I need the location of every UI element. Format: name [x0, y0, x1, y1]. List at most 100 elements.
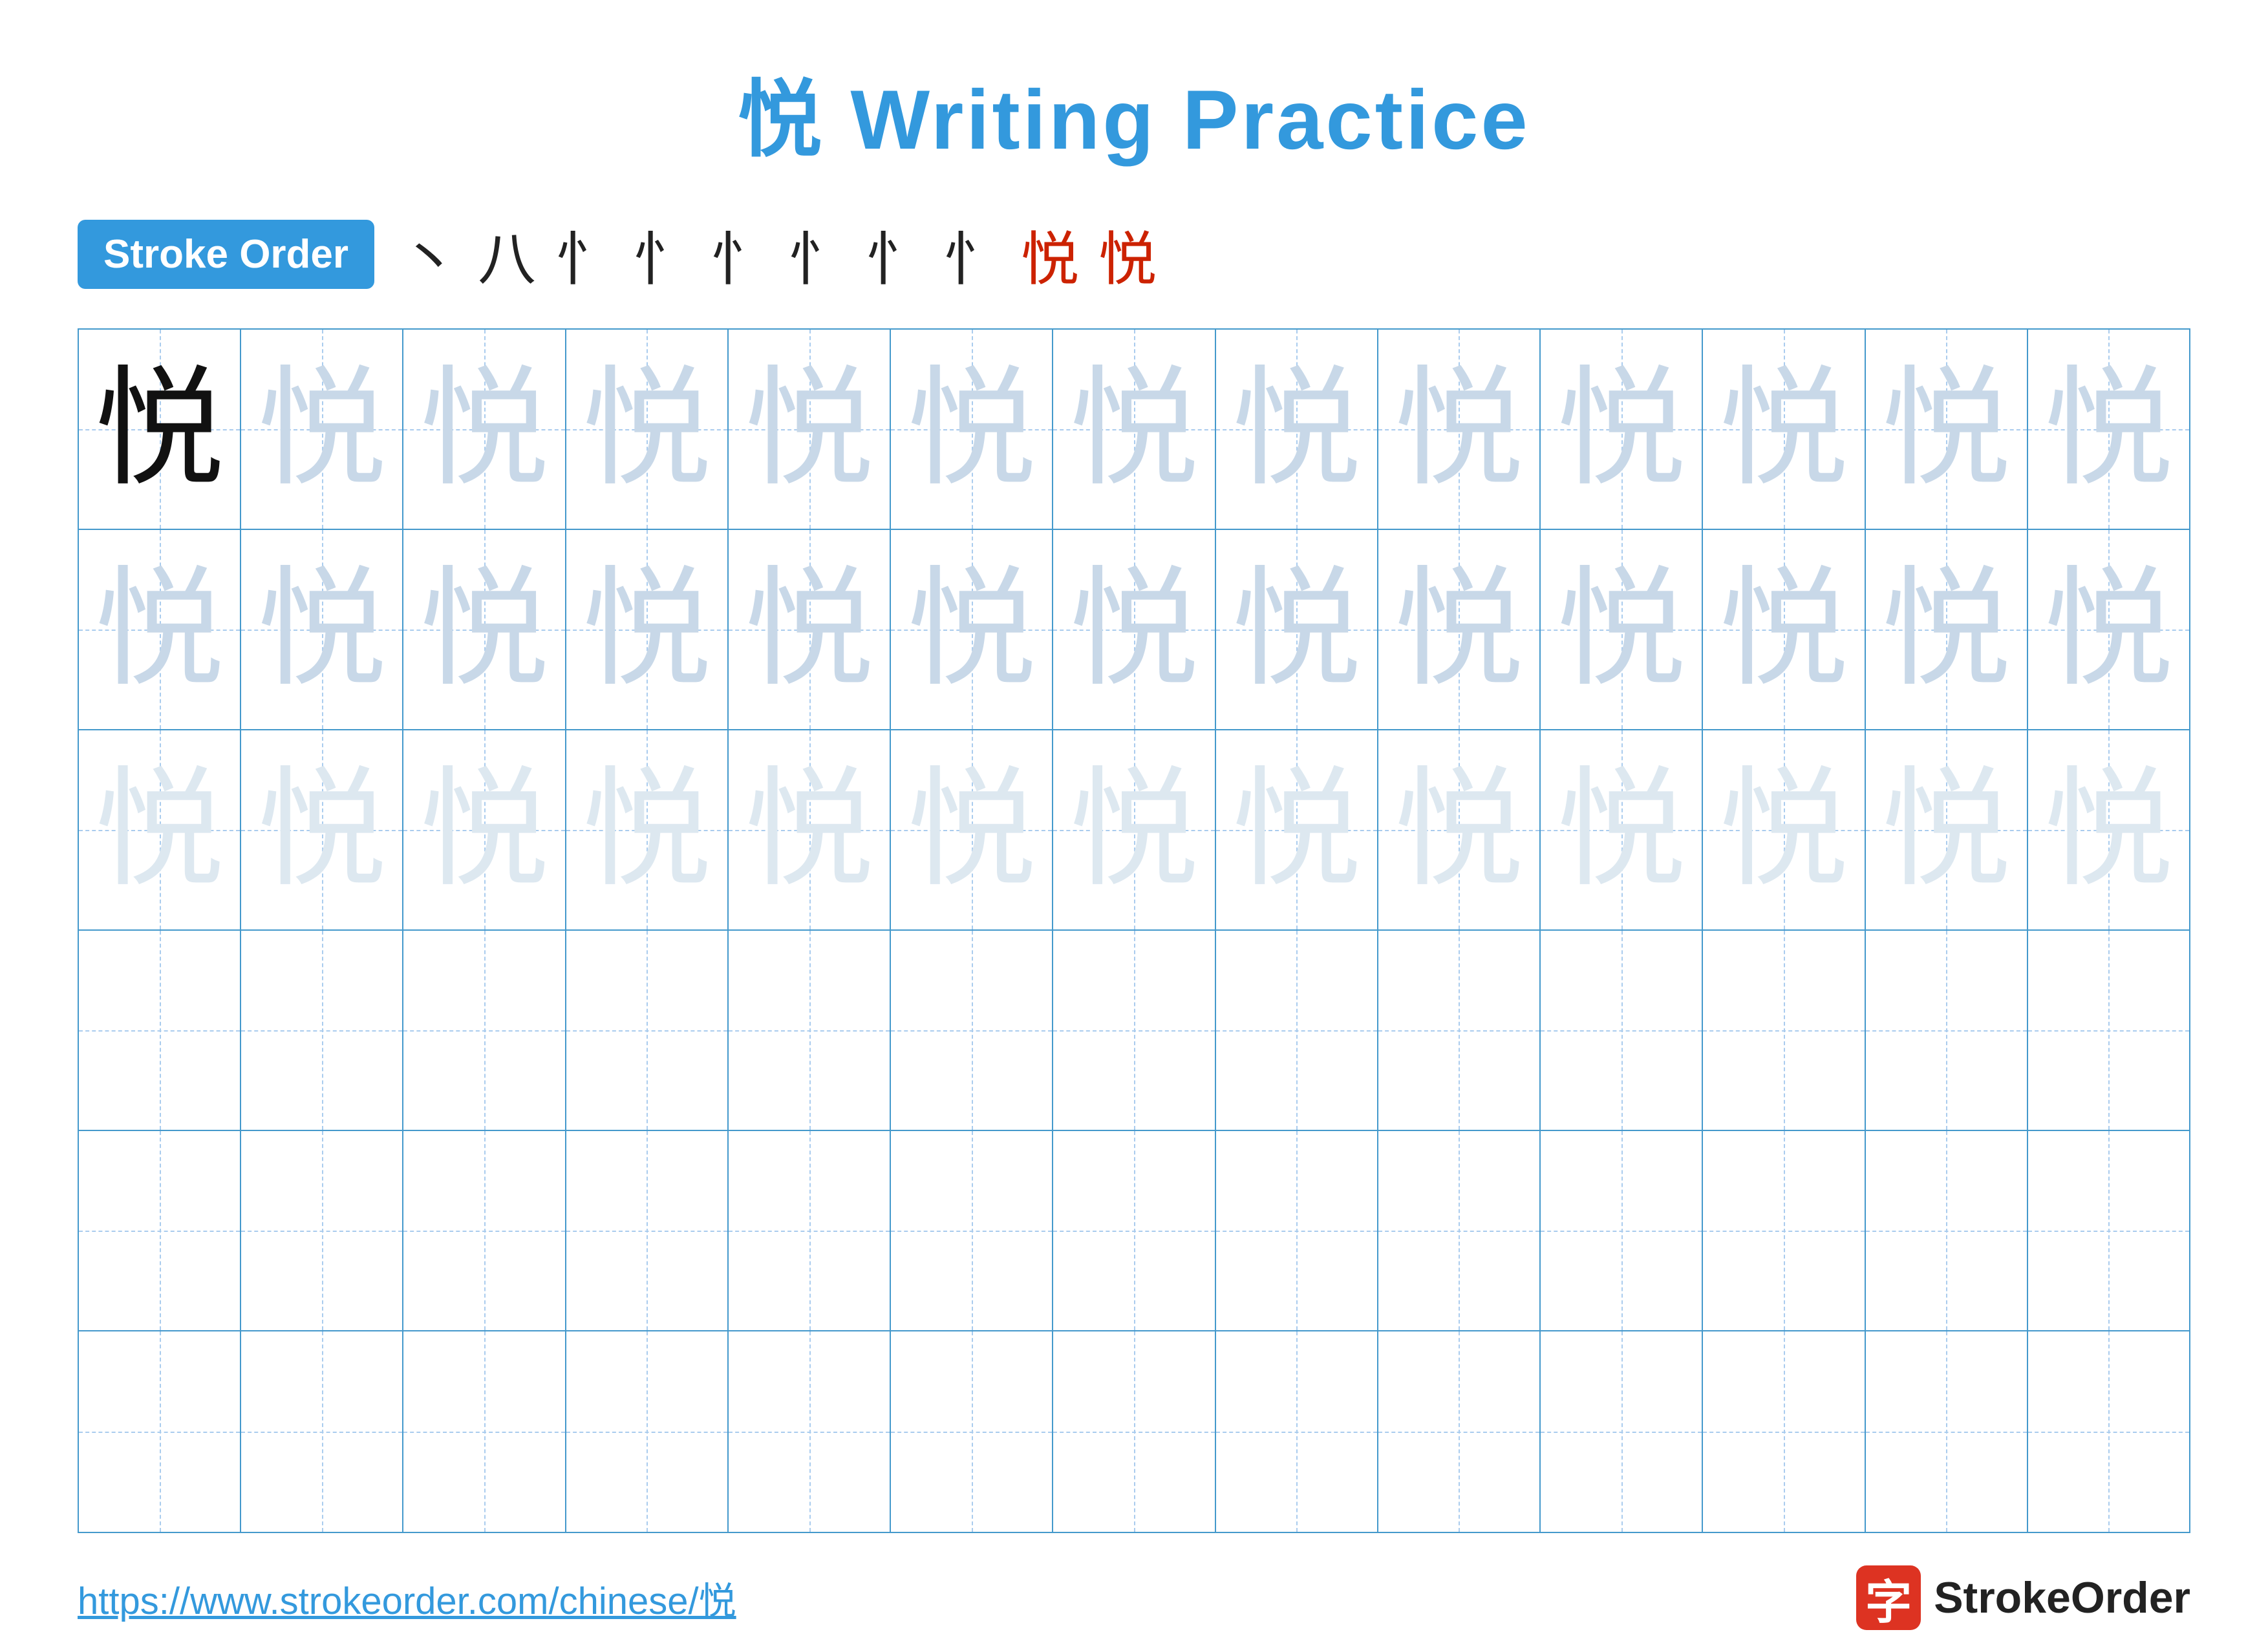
grid-cell[interactable]: [1053, 1131, 1215, 1330]
char-medium: 悦: [745, 365, 874, 494]
grid-cell[interactable]: [1703, 1131, 1865, 1330]
stroke-step-3: 忄: [555, 212, 614, 296]
grid-cell[interactable]: [241, 931, 403, 1130]
grid-cell[interactable]: [891, 931, 1053, 1130]
grid-cell[interactable]: 悦: [79, 530, 241, 729]
grid-cell[interactable]: [1541, 931, 1703, 1130]
grid-row-6: [79, 1331, 2189, 1532]
char-dark: 悦: [95, 365, 224, 494]
grid-cell[interactable]: 悦: [1703, 530, 1865, 729]
char-medium: 悦: [1557, 365, 1686, 494]
grid-cell[interactable]: 悦: [1378, 530, 1541, 729]
grid-cell[interactable]: 悦: [566, 730, 729, 929]
grid-cell[interactable]: [891, 1331, 1053, 1532]
grid-cell[interactable]: [403, 1331, 566, 1532]
grid-cell[interactable]: [566, 1331, 729, 1532]
grid-cell[interactable]: 悦: [891, 530, 1053, 729]
char-light: 悦: [1719, 765, 1848, 895]
grid-cell[interactable]: 悦: [1216, 530, 1378, 729]
grid-cell[interactable]: 悦: [403, 330, 566, 529]
grid-cell[interactable]: [1866, 931, 2028, 1130]
grid-cell[interactable]: [403, 1131, 566, 1330]
grid-cell[interactable]: [79, 1331, 241, 1532]
page-title: 悦 Writing Practice: [738, 52, 1530, 173]
grid-cell[interactable]: [79, 931, 241, 1130]
grid-cell[interactable]: 悦: [1866, 730, 2028, 929]
char-medium: 悦: [1719, 365, 1848, 494]
grid-cell[interactable]: [79, 1131, 241, 1330]
grid-cell[interactable]: [1216, 1131, 1378, 1330]
grid-cell[interactable]: [2028, 931, 2189, 1130]
grid-cell[interactable]: [241, 1331, 403, 1532]
grid-cell[interactable]: [1866, 1331, 2028, 1532]
grid-cell[interactable]: 悦: [241, 730, 403, 929]
grid-cell[interactable]: 悦: [403, 530, 566, 729]
grid-cell[interactable]: [729, 1331, 891, 1532]
grid-cell[interactable]: [1053, 931, 1215, 1130]
grid-cell[interactable]: [1703, 1331, 1865, 1532]
char-light: 悦: [1394, 765, 1523, 895]
grid-cell[interactable]: [1541, 1331, 1703, 1532]
grid-cell[interactable]: 悦: [1378, 730, 1541, 929]
grid-cell[interactable]: [1216, 931, 1378, 1130]
grid-cell[interactable]: [566, 931, 729, 1130]
grid-cell[interactable]: [1378, 1331, 1541, 1532]
grid-cell[interactable]: 悦: [403, 730, 566, 929]
grid-cell[interactable]: 悦: [1053, 330, 1215, 529]
grid-cell[interactable]: 悦: [1053, 730, 1215, 929]
grid-cell[interactable]: 悦: [241, 330, 403, 529]
grid-cell[interactable]: [566, 1131, 729, 1330]
grid-cell[interactable]: [1053, 1331, 1215, 1532]
stroke-step-8: 忄: [943, 212, 1001, 296]
grid-cell[interactable]: 悦: [1053, 530, 1215, 729]
footer-url[interactable]: https://www.strokeorder.com/chinese/悦: [78, 1571, 736, 1625]
grid-cell[interactable]: [403, 931, 566, 1130]
grid-cell[interactable]: [1378, 931, 1541, 1130]
grid-cell[interactable]: [1378, 1131, 1541, 1330]
grid-cell[interactable]: 悦: [891, 730, 1053, 929]
grid-cell[interactable]: 悦: [2028, 330, 2189, 529]
grid-cell[interactable]: 悦: [1703, 730, 1865, 929]
grid-cell[interactable]: 悦: [1703, 330, 1865, 529]
grid-cell[interactable]: 悦: [1866, 330, 2028, 529]
grid-cell[interactable]: [1703, 931, 1865, 1130]
grid-cell[interactable]: [2028, 1131, 2189, 1330]
grid-cell[interactable]: 悦: [79, 730, 241, 929]
grid-cell[interactable]: 悦: [2028, 730, 2189, 929]
grid-row-4: [79, 931, 2189, 1131]
grid-cell[interactable]: [1866, 1131, 2028, 1330]
grid-cell[interactable]: 悦: [566, 330, 729, 529]
stroke-order-badge: Stroke Order: [78, 220, 374, 289]
page: 悦 Writing Practice Stroke Order 丶 八 忄 忄 …: [0, 0, 2268, 1602]
char-medium: 悦: [907, 365, 1036, 494]
grid-cell[interactable]: [891, 1131, 1053, 1330]
grid-cell[interactable]: 悦: [729, 330, 891, 529]
grid-cell[interactable]: 悦: [1866, 530, 2028, 729]
stroke-step-2: 八: [478, 212, 536, 296]
char-light: 悦: [1557, 765, 1686, 895]
grid-cell[interactable]: 悦: [79, 330, 241, 529]
char-medium: 悦: [2044, 365, 2173, 494]
grid-cell[interactable]: 悦: [2028, 530, 2189, 729]
char-medium: 悦: [1069, 365, 1199, 494]
grid-cell[interactable]: [241, 1131, 403, 1330]
char-medium: 悦: [1881, 365, 2011, 494]
grid-row-3: 悦 悦 悦 悦 悦 悦 悦 悦 悦: [79, 730, 2189, 931]
grid-cell[interactable]: [2028, 1331, 2189, 1532]
grid-cell[interactable]: 悦: [1216, 730, 1378, 929]
grid-cell[interactable]: 悦: [1378, 330, 1541, 529]
grid-cell[interactable]: [729, 1131, 891, 1330]
grid-cell[interactable]: 悦: [1541, 530, 1703, 729]
char-medium: 悦: [745, 565, 874, 694]
grid-cell[interactable]: 悦: [729, 730, 891, 929]
grid-cell[interactable]: [1541, 1131, 1703, 1330]
grid-cell[interactable]: 悦: [891, 330, 1053, 529]
grid-cell[interactable]: 悦: [1541, 330, 1703, 529]
grid-cell[interactable]: 悦: [729, 530, 891, 729]
grid-cell[interactable]: 悦: [566, 530, 729, 729]
grid-cell[interactable]: 悦: [241, 530, 403, 729]
grid-cell[interactable]: [729, 931, 891, 1130]
grid-cell[interactable]: 悦: [1541, 730, 1703, 929]
grid-cell[interactable]: [1216, 1331, 1378, 1532]
grid-cell[interactable]: 悦: [1216, 330, 1378, 529]
